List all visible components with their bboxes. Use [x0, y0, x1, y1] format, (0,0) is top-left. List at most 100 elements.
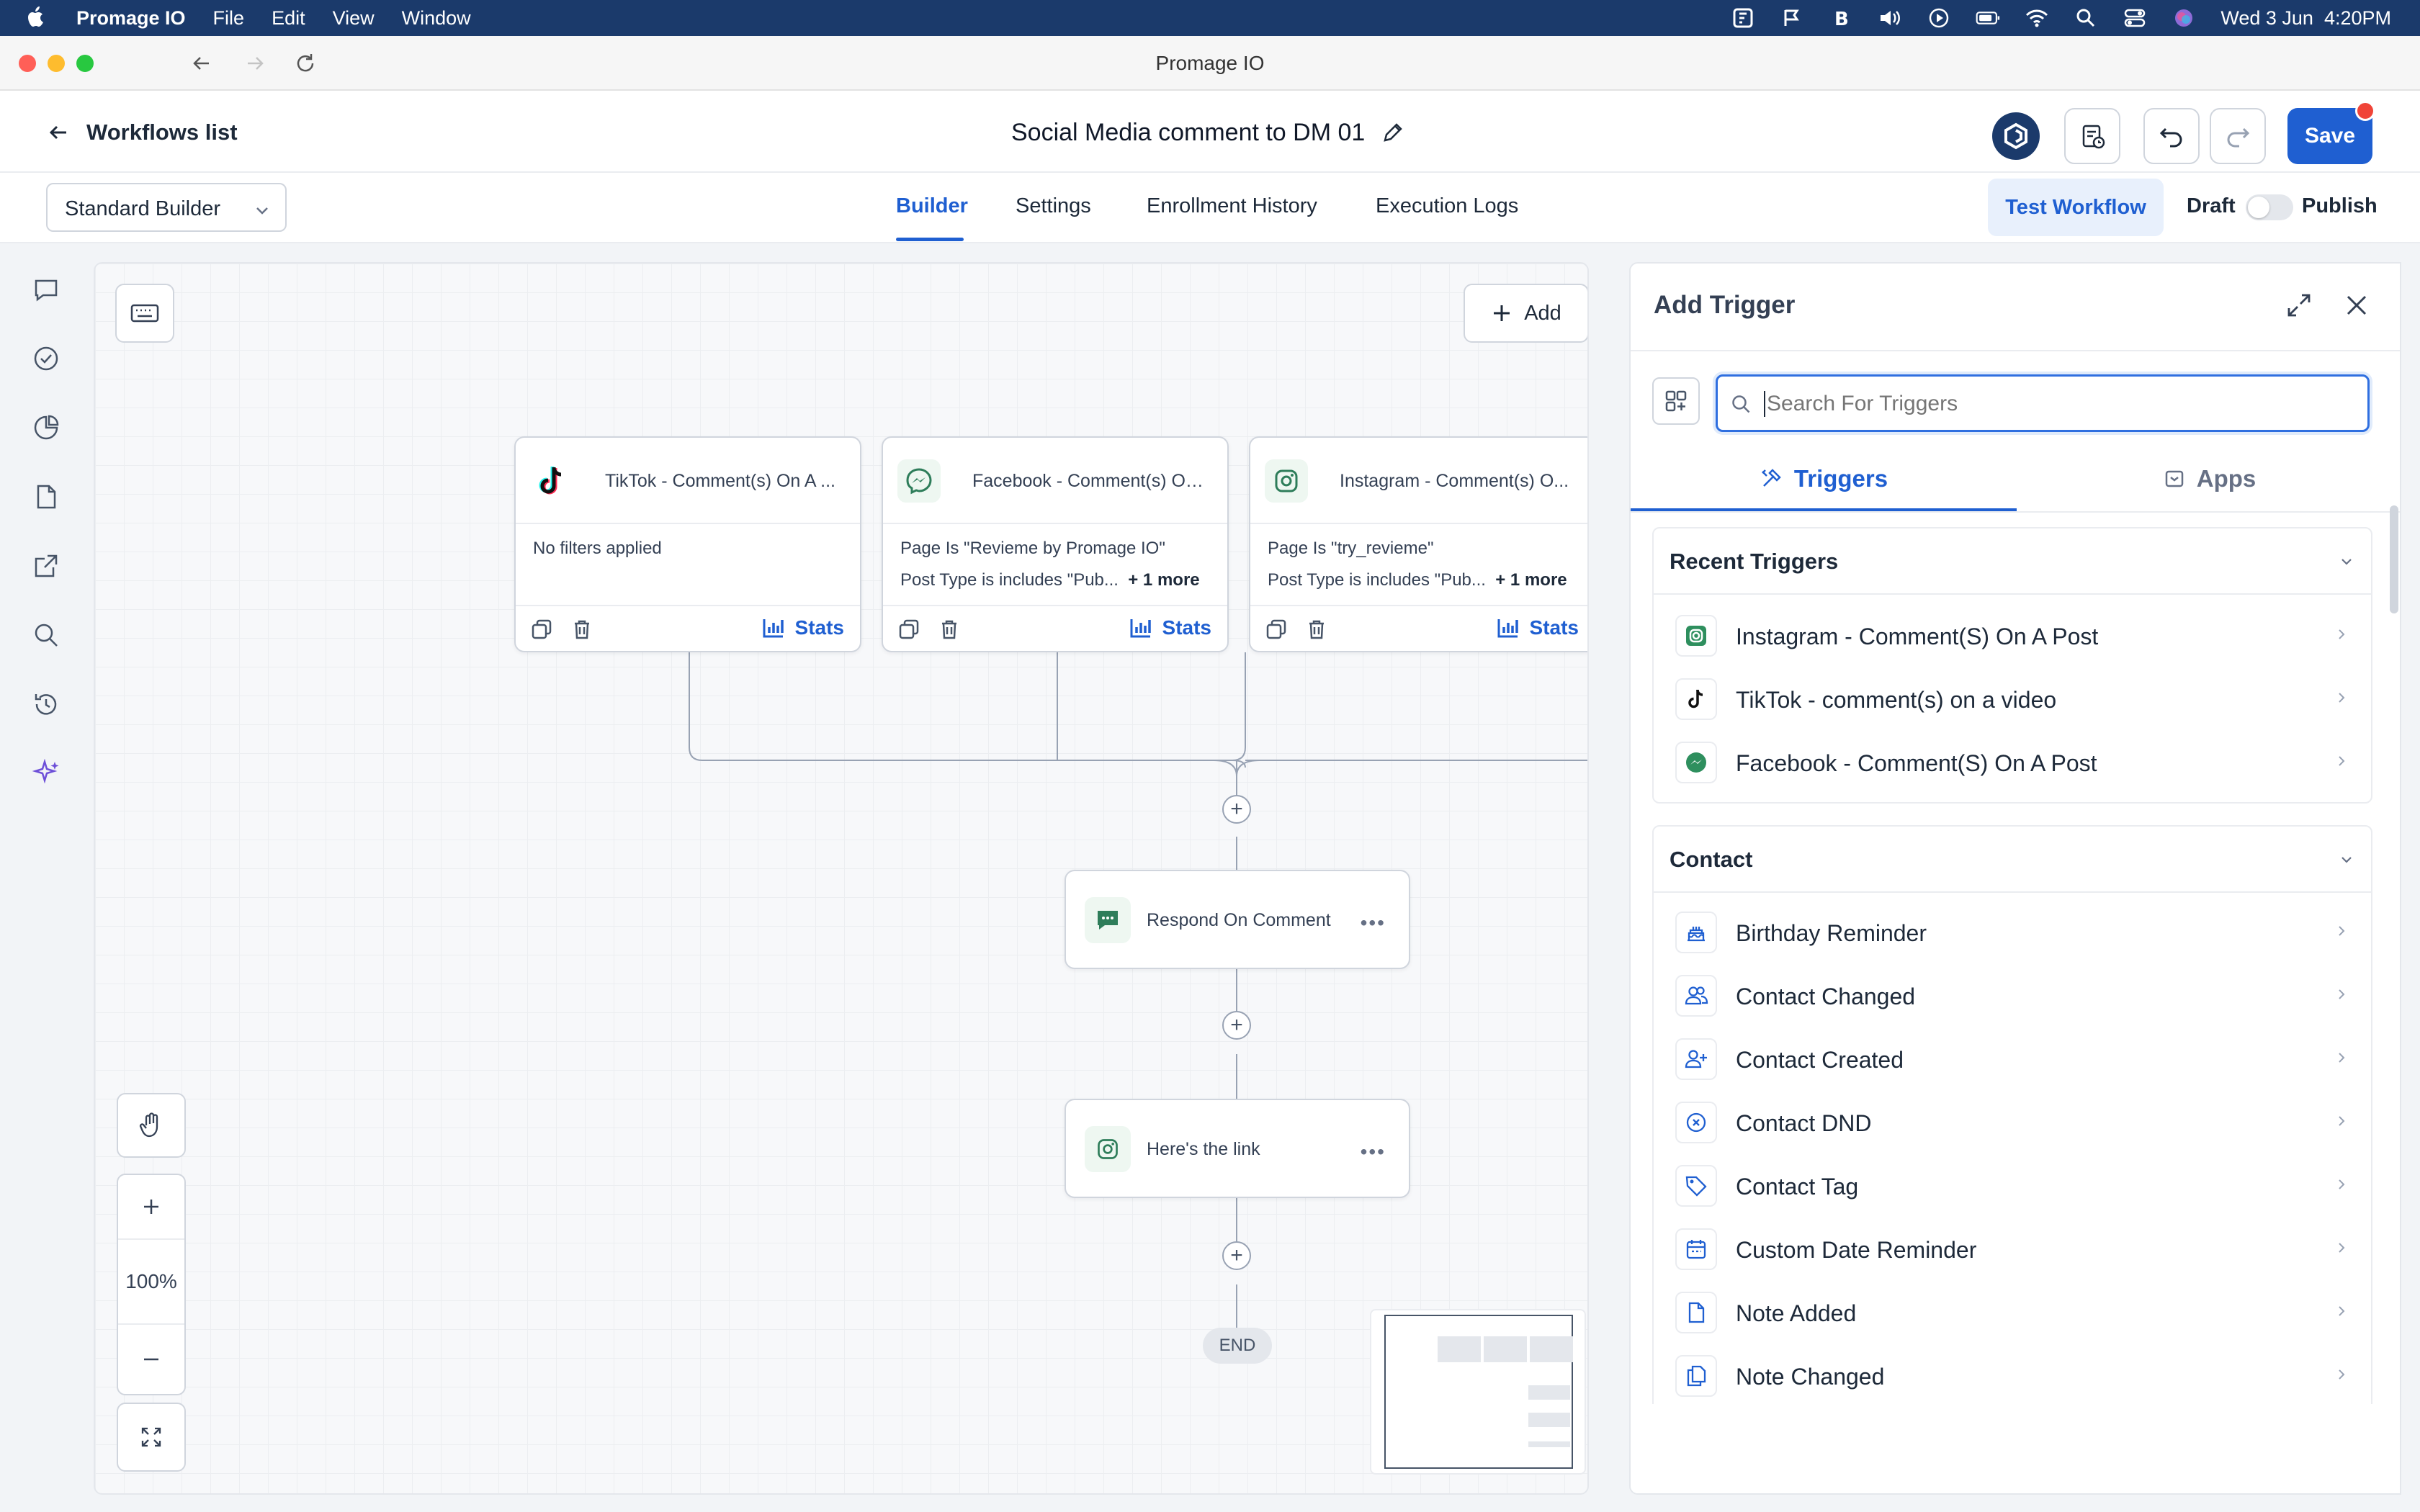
- reports-pie-icon[interactable]: [32, 413, 60, 442]
- trigger-item[interactable]: Contact Changed: [1675, 972, 2352, 1020]
- add-step-plus-button[interactable]: +: [1222, 1011, 1251, 1040]
- tiktok-icon: [530, 459, 573, 503]
- trigger-item[interactable]: Contact DND: [1675, 1099, 2352, 1146]
- minimap-node: [1528, 1385, 1570, 1400]
- category-grid-button[interactable]: [1652, 377, 1700, 425]
- history-icon[interactable]: [32, 690, 60, 719]
- trash-icon[interactable]: [938, 618, 961, 641]
- b-status-icon[interactable]: B: [1829, 6, 1853, 30]
- menu-app-name[interactable]: Promage IO: [76, 7, 186, 30]
- search-icon[interactable]: [32, 621, 60, 649]
- notes-button[interactable]: [2064, 108, 2120, 164]
- trigger-card-facebook[interactable]: Facebook - Comment(s) On... Page Is "Rev…: [882, 436, 1229, 652]
- redo-button[interactable]: [2210, 108, 2266, 164]
- trigger-item[interactable]: Contact Tag: [1675, 1162, 2352, 1210]
- back-to-workflows-link[interactable]: Workflows list: [46, 118, 238, 147]
- trash-icon[interactable]: [1305, 618, 1328, 641]
- close-icon[interactable]: [2342, 291, 2371, 320]
- pan-tool-button[interactable]: [117, 1093, 186, 1158]
- battery-icon[interactable]: [1976, 6, 2000, 30]
- window-titlebar: Promage IO: [0, 36, 2420, 91]
- builder-type-select[interactable]: Standard Builder: [46, 183, 287, 232]
- tab-execution-logs[interactable]: Execution Logs: [1376, 194, 1518, 218]
- trigger-item[interactable]: Custom Date Reminder: [1675, 1225, 2352, 1273]
- trigger-item-label: Note Changed: [1736, 1364, 1885, 1390]
- more-options-icon[interactable]: •••: [1361, 1140, 1386, 1164]
- copy-icon[interactable]: [530, 618, 553, 641]
- trigger-item[interactable]: Note Added: [1675, 1289, 2352, 1336]
- add-trigger-panel: Add Trigger Triggers Apps Recent Trigger…: [1629, 262, 2401, 1495]
- ai-sparkle-icon[interactable]: [32, 759, 60, 788]
- tab-enrollment-history[interactable]: Enrollment History: [1147, 194, 1317, 218]
- menu-view[interactable]: View: [333, 7, 375, 30]
- workflow-canvas[interactable]: Add TikTok - Comment(s) On A ... No filt…: [94, 262, 1589, 1495]
- panel-bottom-fade: [1631, 1404, 2400, 1493]
- keyboard-shortcuts-button[interactable]: [115, 284, 174, 343]
- expand-icon[interactable]: [2285, 291, 2313, 320]
- tab-triggers[interactable]: Triggers: [1631, 446, 2017, 511]
- spotlight-search-icon[interactable]: [2074, 6, 2098, 30]
- fit-to-screen-button[interactable]: [117, 1403, 186, 1472]
- add-step-plus-button[interactable]: +: [1222, 1241, 1251, 1270]
- conversations-icon[interactable]: [32, 275, 60, 304]
- zoom-out-button[interactable]: [118, 1323, 184, 1394]
- menu-window[interactable]: Window: [402, 7, 471, 30]
- menu-edit[interactable]: Edit: [272, 7, 305, 30]
- panel-header-divider: [1631, 350, 2400, 351]
- tab-builder[interactable]: Builder: [896, 194, 968, 218]
- trigger-item[interactable]: Instagram - Comment(S) On A Post: [1675, 612, 2352, 660]
- action-card-heres-the-link[interactable]: Here's the link •••: [1065, 1099, 1410, 1198]
- search-triggers-input[interactable]: [1767, 387, 2357, 421]
- more-filters-link[interactable]: + 1 more: [1495, 570, 1567, 590]
- more-options-icon[interactable]: •••: [1361, 912, 1386, 935]
- test-workflow-button[interactable]: Test Workflow: [1988, 179, 2164, 236]
- tab-settings[interactable]: Settings: [1016, 194, 1091, 218]
- control-center-icon[interactable]: [2123, 6, 2147, 30]
- contact-section-header[interactable]: Contact: [1654, 827, 2371, 893]
- trash-icon[interactable]: [570, 618, 593, 641]
- undo-button[interactable]: [2143, 108, 2200, 164]
- trigger-item[interactable]: Contact Created: [1675, 1035, 2352, 1083]
- copy-icon[interactable]: [1265, 618, 1288, 641]
- search-triggers-field[interactable]: [1716, 374, 2370, 432]
- recent-triggers-header[interactable]: Recent Triggers: [1654, 528, 2371, 595]
- stats-button[interactable]: Stats: [762, 616, 844, 639]
- user-plus-icon: [1675, 1038, 1717, 1080]
- publish-toggle[interactable]: [2246, 194, 2293, 220]
- tab-apps[interactable]: Apps: [2017, 446, 2400, 511]
- wifi-icon[interactable]: [2025, 6, 2049, 30]
- flag-status-icon[interactable]: [1780, 6, 1804, 30]
- trigger-item[interactable]: Note Changed: [1675, 1352, 2352, 1400]
- documents-icon[interactable]: [32, 482, 60, 511]
- tasks-check-icon[interactable]: [32, 344, 60, 373]
- more-filters-link[interactable]: + 1 more: [1128, 570, 1199, 590]
- trigger-card-tiktok[interactable]: TikTok - Comment(s) On A ... No filters …: [514, 436, 861, 652]
- app-status-icon[interactable]: [1731, 6, 1755, 30]
- volume-icon[interactable]: [1878, 6, 1902, 30]
- test-workflow-label: Test Workflow: [2005, 195, 2146, 219]
- apple-icon[interactable]: [26, 6, 48, 30]
- add-node-button[interactable]: Add: [1464, 284, 1587, 343]
- stats-button[interactable]: Stats: [1497, 616, 1579, 639]
- trigger-item[interactable]: Birthday Reminder: [1675, 909, 2352, 956]
- siri-icon[interactable]: [2172, 6, 2196, 30]
- pencil-edit-icon[interactable]: [1381, 120, 1405, 145]
- trigger-item[interactable]: TikTok - comment(s) on a video: [1675, 675, 2352, 723]
- play-status-icon[interactable]: [1927, 6, 1951, 30]
- add-step-plus-button[interactable]: +: [1222, 795, 1251, 824]
- macos-menubar: Promage IO File Edit View Window B Wed 3…: [0, 0, 2420, 36]
- menubar-clock[interactable]: Wed 3 Jun 4:20PM: [2220, 7, 2391, 30]
- copy-icon[interactable]: [897, 618, 920, 641]
- minimap[interactable]: [1370, 1309, 1586, 1475]
- trigger-item-label: Custom Date Reminder: [1736, 1237, 1977, 1263]
- action-card-respond-on-comment[interactable]: Respond On Comment •••: [1065, 870, 1410, 969]
- trigger-item[interactable]: Facebook - Comment(S) On A Post: [1675, 739, 2352, 786]
- promage-logo[interactable]: [1992, 112, 2040, 160]
- menu-file[interactable]: File: [213, 7, 245, 30]
- stats-label: Stats: [1529, 616, 1579, 639]
- external-link-icon[interactable]: [32, 552, 60, 580]
- trigger-card-instagram[interactable]: Instagram - Comment(s) O... Page Is "try…: [1249, 436, 1587, 652]
- stats-button[interactable]: Stats: [1129, 616, 1211, 639]
- zoom-in-button[interactable]: [118, 1175, 184, 1240]
- panel-scrollbar[interactable]: [2390, 505, 2398, 613]
